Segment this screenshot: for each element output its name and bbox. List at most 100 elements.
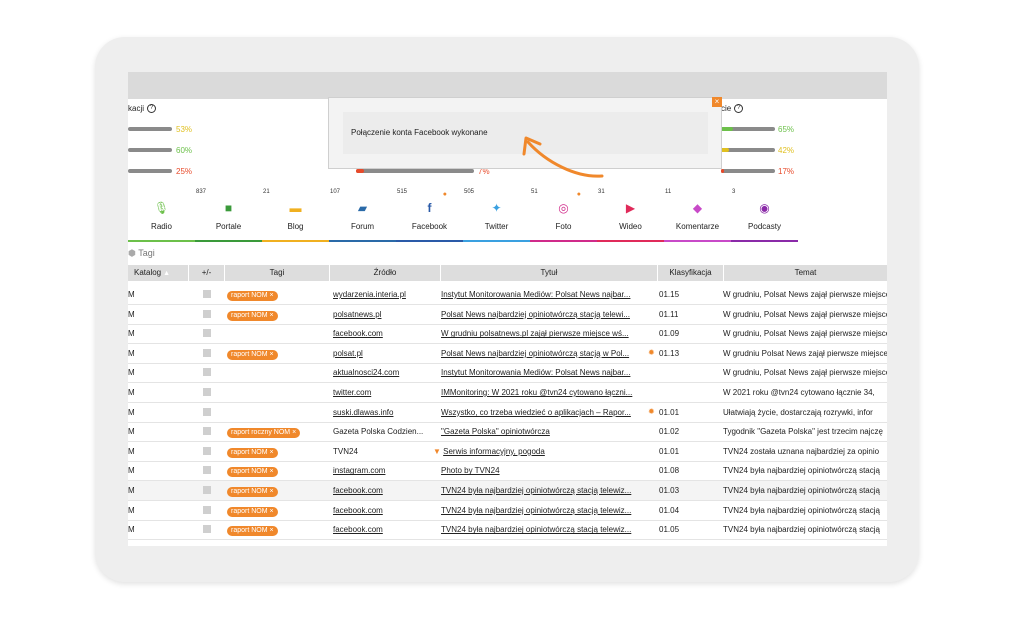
tag-badge[interactable]: raport NOM ×: [227, 310, 278, 321]
help-icon[interactable]: ?: [147, 104, 157, 114]
row-source[interactable]: facebook.com: [333, 481, 439, 500]
remove-tag-icon[interactable]: ×: [268, 351, 274, 358]
row-source[interactable]: polsat.pl: [333, 344, 439, 363]
table-row[interactable]: Mraport NOM × facebook.com TVN24 była najb…: [128, 481, 887, 501]
table-row[interactable]: Mtwitter.com IMMonitoring: W 2021 roku @t…: [128, 383, 887, 403]
remove-tag-icon[interactable]: ×: [268, 508, 274, 515]
row-title[interactable]: Serwis informacyjny, pogoda: [443, 447, 545, 456]
row-title[interactable]: TVN24 była najbardziej opiniotwórczą sta…: [441, 525, 631, 534]
expand-toggle-icon[interactable]: [203, 427, 211, 436]
column-header-3[interactable]: Źródło: [330, 265, 441, 281]
row-source[interactable]: suski.dlawas.info: [333, 403, 439, 422]
table-row[interactable]: Mraport NOM × facebook.com TVN24 była najb…: [128, 520, 887, 541]
expand-toggle-icon[interactable]: [203, 348, 211, 357]
remove-tag-icon[interactable]: ×: [268, 449, 274, 456]
tab-facebook[interactable]: 515 ● f Facebook: [396, 186, 463, 242]
table-row[interactable]: Mraport NOM × instagram.com Photo by TVN24…: [128, 461, 887, 482]
expand-toggle-icon[interactable]: [203, 486, 211, 494]
row-title[interactable]: Wszystko, co trzeba wiedzieć o aplikacja…: [441, 408, 631, 417]
table-row[interactable]: Msuski.dlawas.info Wszystko, co trzeba wi…: [128, 403, 887, 423]
row-source[interactable]: facebook.com: [333, 501, 439, 520]
column-header-2[interactable]: Tagi: [225, 265, 330, 281]
tab-komentarze[interactable]: 11 ◆ Komentarze: [664, 186, 731, 242]
row-title[interactable]: Instytut Monitorowania Mediów: Polsat Ne…: [441, 368, 630, 377]
column-header-5[interactable]: Klasyfikacja: [658, 265, 724, 281]
expand-toggle-icon[interactable]: [203, 290, 211, 298]
tab-podcasty[interactable]: 3 ◉ Podcasty: [731, 186, 798, 242]
row-source[interactable]: twitter.com: [333, 383, 439, 402]
row-title[interactable]: Polsat News najbardziej opiniotwórczą st…: [441, 349, 629, 358]
tab-foto[interactable]: 51 ● ◎ Foto: [530, 186, 597, 242]
remove-tag-icon[interactable]: ×: [290, 429, 296, 436]
column-header-label: Tagi: [269, 268, 285, 277]
expand-toggle-icon[interactable]: [203, 446, 211, 455]
tag-badge[interactable]: raport NOM ×: [227, 291, 278, 301]
tags-filter[interactable]: ⬢ Tagi: [128, 248, 155, 259]
column-header-6[interactable]: Temat: [724, 265, 887, 281]
remove-tag-icon[interactable]: ×: [268, 312, 274, 319]
close-icon[interactable]: ×: [712, 97, 722, 107]
tag-badge[interactable]: raport NOM ×: [227, 467, 278, 478]
expand-toggle-icon[interactable]: [203, 329, 211, 338]
row-topic: W grudniu, Polsat News zajął pierwsze mi…: [723, 290, 887, 299]
table-row[interactable]: Mfacebook.com W grudniu polsatnews.pl zaj…: [128, 324, 887, 345]
forum-icon: ▰: [357, 201, 368, 215]
expand-toggle-icon[interactable]: [203, 368, 211, 377]
row-title-cell: Instytut Monitorowania Mediów: Polsat Ne…: [441, 363, 661, 382]
help-icon[interactable]: ?: [734, 104, 744, 114]
row-topic: Tygodnik "Gazeta Polska" jest trzecim na…: [723, 427, 883, 437]
row-source[interactable]: facebook.com: [333, 324, 439, 343]
tags-label: Tagi: [138, 248, 155, 258]
table-row[interactable]: Mraport NOM × polsatnews.pl Polsat News na…: [128, 305, 887, 325]
row-title[interactable]: TVN24 była najbardziej opiniotwórczą sta…: [441, 486, 631, 495]
remove-tag-icon[interactable]: ×: [268, 488, 274, 495]
tab-portale[interactable]: 837 ■ Portale: [195, 186, 262, 242]
expand-toggle-icon[interactable]: [203, 525, 211, 534]
remove-tag-icon[interactable]: ×: [268, 468, 274, 475]
tab-twitter[interactable]: 505 ✦ Twitter: [463, 186, 530, 242]
tab-blog[interactable]: 21 ▬ Blog: [262, 186, 329, 242]
row-source[interactable]: wydarzenia.interia.pl: [333, 285, 439, 304]
row-topic: Ułatwiają życie, dostarczają rozrywki, i…: [723, 407, 873, 417]
column-header-4[interactable]: Tytuł: [441, 265, 658, 281]
column-header-1[interactable]: +/-: [189, 265, 225, 281]
row-title[interactable]: Photo by TVN24: [441, 466, 500, 475]
tag-badge[interactable]: raport NOM ×: [227, 487, 278, 497]
tag-badge[interactable]: raport NOM ×: [227, 506, 278, 517]
table-row[interactable]: Mraport roczny NOM × Gazeta Polska Codzie…: [128, 422, 887, 443]
expand-toggle-icon[interactable]: [203, 466, 211, 475]
row-source[interactable]: instagram.com: [333, 461, 439, 480]
expand-toggle-icon[interactable]: [203, 309, 211, 318]
table-row[interactable]: Mraport NOM × wydarzenia.interia.pl Instyt…: [128, 285, 887, 305]
row-title[interactable]: W grudniu polsatnews.pl zajął pierwsze m…: [441, 329, 629, 338]
expand-toggle-icon[interactable]: [203, 388, 211, 396]
tab-radio[interactable]: 🎙 Radio: [128, 186, 195, 242]
table-row[interactable]: Mraport NOM × facebook.com TVN24 była najb…: [128, 501, 887, 521]
row-catalog: M: [128, 407, 135, 417]
table-row[interactable]: Maktualnosci24.com Instytut Monitorowania…: [128, 363, 887, 384]
expand-toggle-icon[interactable]: [203, 407, 211, 416]
row-title[interactable]: "Gazeta Polska" opiniotwórcza: [441, 427, 550, 436]
row-title[interactable]: Polsat News najbardziej opiniotwórczą st…: [441, 310, 630, 319]
stat-percent: 65%: [778, 125, 795, 134]
row-source[interactable]: polsatnews.pl: [333, 305, 439, 324]
tag-badge[interactable]: raport roczny NOM ×: [227, 428, 301, 439]
remove-tag-icon[interactable]: ×: [268, 527, 274, 534]
row-source[interactable]: aktualnosci24.com: [333, 363, 439, 382]
row-title[interactable]: Instytut Monitorowania Mediów: Polsat Ne…: [441, 290, 630, 299]
tag-badge[interactable]: raport NOM ×: [227, 349, 278, 360]
media-type-tabs: 🎙 Radio 837 ■ Portale 21 ▬ Blog 107 ▰ Forum 515 ● f Fa…: [128, 186, 887, 242]
table-row[interactable]: Mraport NOM × TVN24 ▼ Serwis informacyjny,…: [128, 442, 887, 462]
table-row[interactable]: Mraport NOM × polsat.pl Polsat News najbar…: [128, 344, 887, 364]
tab-forum[interactable]: 107 ▰ Forum: [329, 186, 396, 242]
tab-wideo[interactable]: 31 ▶ Wideo: [597, 186, 664, 242]
row-title[interactable]: IMMonitoring: W 2021 roku @tvn24 cytowan…: [441, 388, 632, 397]
tag-badge[interactable]: raport NOM ×: [227, 447, 278, 458]
row-source[interactable]: facebook.com: [333, 520, 439, 539]
column-header-0[interactable]: Katalog ▲: [128, 265, 189, 281]
remove-tag-icon[interactable]: ×: [268, 292, 274, 299]
tag-badge[interactable]: raport NOM ×: [227, 526, 278, 537]
expand-toggle-icon[interactable]: [203, 505, 211, 514]
row-title[interactable]: TVN24 była najbardziej opiniotwórczą sta…: [441, 506, 631, 515]
row-tags: raport NOM ×: [227, 520, 278, 539]
